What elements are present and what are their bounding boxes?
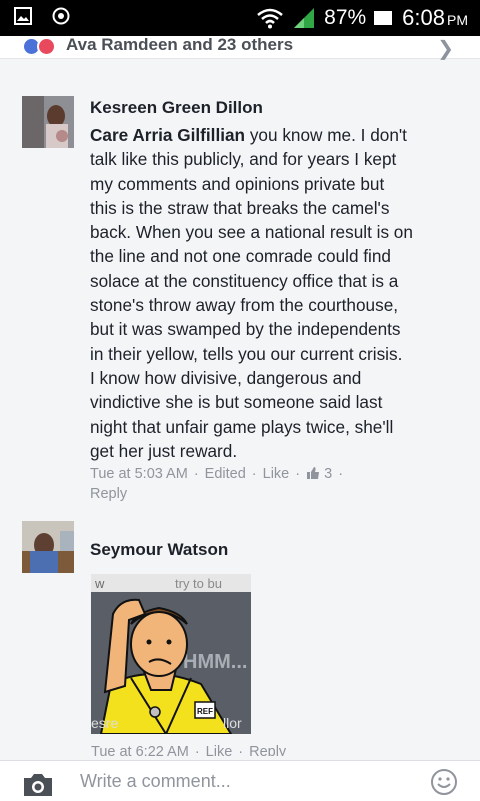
comment-timestamp[interactable]: Tue at 6:22 AM xyxy=(91,744,189,756)
comment-line: in their yellow, tells you our current c… xyxy=(90,343,403,364)
battery-icon xyxy=(374,11,393,25)
meme-image[interactable]: w try to bu HMM... REF esre llor xyxy=(91,574,251,734)
comment-meta: Tue at 5:03 AM · Edited · Like · 3 · Reply xyxy=(90,466,344,502)
reactions-summary[interactable]: Ava Ramdeen and 23 others ❯ xyxy=(0,35,480,61)
comment-line: stone's throw away from the courthouse, xyxy=(90,295,399,316)
meme-hmm-text: HMM... xyxy=(183,651,247,673)
comment-line: I know how divisive, dangerous and xyxy=(90,367,362,388)
status-bar: 87% 6:08 PM xyxy=(0,0,480,36)
comment-meta: Tue at 6:22 AM · Like · Reply xyxy=(91,742,286,756)
comment-input[interactable]: Write a comment... xyxy=(80,771,231,792)
camera-icon[interactable] xyxy=(22,772,54,798)
comment-line: you know me. I don't xyxy=(245,125,407,145)
ref-badge-text: REF xyxy=(197,707,213,716)
like-button[interactable]: Like xyxy=(263,466,290,482)
meme-caption-bottom-right: llor xyxy=(223,715,242,731)
emoji-icon[interactable] xyxy=(430,768,458,796)
wifi-icon xyxy=(257,8,283,29)
comment-line: get her just reward. xyxy=(90,440,238,461)
comment-line: the line and not one comrade could find xyxy=(90,246,391,267)
comment-line: talk like this publicly, and for years I… xyxy=(90,149,397,170)
love-reaction-icon xyxy=(37,37,56,56)
reactions-text: Ava Ramdeen and 23 others xyxy=(66,35,294,54)
meme-caption-top-2: try to bu xyxy=(175,576,222,591)
circle-settings-icon xyxy=(52,7,70,25)
comment-composer: Write a comment... xyxy=(0,760,480,801)
gallery-icon xyxy=(14,7,32,25)
comment-line: night that unfair game plays twice, she'… xyxy=(90,416,394,437)
like-button[interactable]: Like xyxy=(206,744,233,756)
battery-percent: 87% xyxy=(324,6,367,29)
meme-caption-bottom-left: esre xyxy=(91,715,118,731)
comment-line: my comments and opinions private but xyxy=(90,173,385,194)
comment-timestamp[interactable]: Tue at 5:03 AM xyxy=(90,466,188,482)
thumbs-up-icon xyxy=(307,467,320,479)
edited-link[interactable]: Edited xyxy=(205,466,246,482)
reply-button[interactable]: Reply xyxy=(249,744,286,756)
avatar[interactable] xyxy=(22,96,74,148)
comment-line: back. When you see a national result is … xyxy=(90,222,413,243)
comment-line: solace at the constituency office that i… xyxy=(90,270,399,291)
comment-line: vindictive she is but someone said last xyxy=(90,392,383,413)
clock: 6:08 PM xyxy=(402,5,468,30)
clock-ampm: PM xyxy=(447,12,468,28)
chevron-right-icon[interactable]: ❯ xyxy=(437,36,454,61)
meme-caption-top: w xyxy=(94,576,105,591)
comment-author[interactable]: Seymour Watson xyxy=(90,540,228,560)
mention-link[interactable]: Care Arria Gilfillian xyxy=(90,125,245,145)
comment-line: this is the straw that breaks the camel'… xyxy=(90,197,390,218)
reply-button[interactable]: Reply xyxy=(90,486,127,502)
comment-author[interactable]: Kesreen Green Dillon xyxy=(90,98,263,118)
signal-icon xyxy=(294,8,315,28)
comment-body: Care Arria Gilfillian you know me. I don… xyxy=(90,123,460,463)
comment-line: but it was swamped by the independents xyxy=(90,319,401,340)
like-count[interactable]: 3 xyxy=(306,466,332,482)
avatar[interactable] xyxy=(22,521,74,573)
